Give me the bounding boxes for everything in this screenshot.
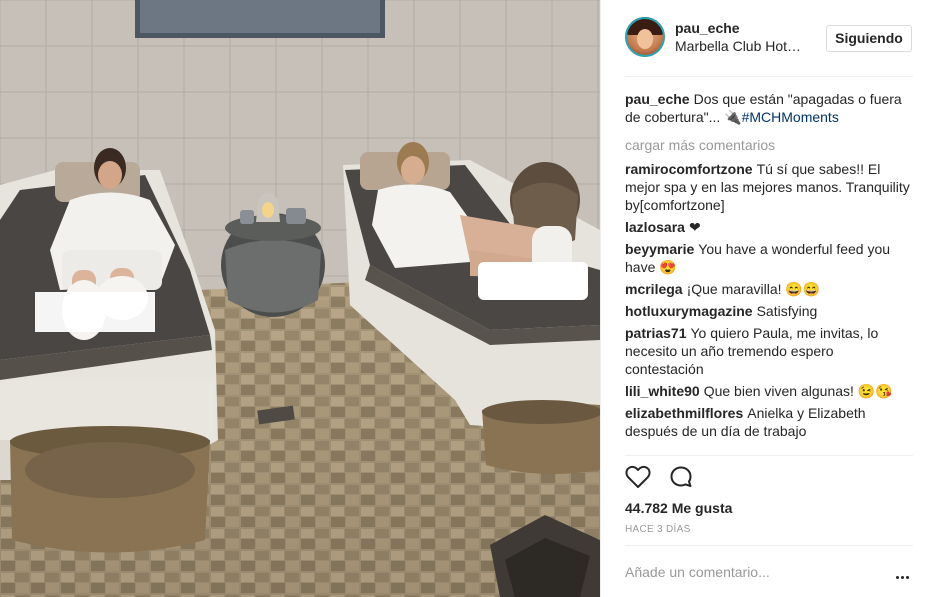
comment-text: ¡Que maravilla! 😄😄 <box>686 281 821 297</box>
caption-hashtag[interactable]: #MCHMoments <box>742 109 839 125</box>
list-item: ramirocomfortzone Tú sí que sabes!! El me… <box>625 160 915 214</box>
avatar[interactable] <box>625 17 665 57</box>
header-divider <box>625 76 913 77</box>
comment-username[interactable]: patrias71 <box>625 325 686 341</box>
ellipsis-icon[interactable] <box>895 566 913 579</box>
list-item: mcrilega ¡Que maravilla! 😄😄 <box>625 280 915 298</box>
comment-username[interactable]: ramirocomfortzone <box>625 161 753 177</box>
following-button[interactable]: Siguiendo <box>826 25 912 52</box>
comments-list: pau_eche Dos que están "apagadas o fuera … <box>625 90 915 460</box>
comment-text: ❤ <box>688 219 701 235</box>
comment-username[interactable]: lili_white90 <box>625 383 700 399</box>
caption: pau_eche Dos que están "apagadas o fuera … <box>625 90 915 126</box>
likes-count[interactable]: 44.782 Me gusta <box>625 500 732 516</box>
comment-username[interactable]: beyymarie <box>625 241 694 257</box>
list-item: beyymarie You have a wonderful feed you h… <box>625 240 915 276</box>
load-more-comments-link[interactable]: cargar más comentarios <box>625 136 915 154</box>
heart-outline-icon[interactable] <box>625 465 651 494</box>
comment-username[interactable]: elizabethmilflores <box>625 405 743 421</box>
avatar-story-ring <box>625 17 665 57</box>
spa-photo-illustration <box>0 0 600 597</box>
add-comment-input[interactable] <box>625 562 875 582</box>
speech-bubble-icon[interactable] <box>669 465 693 494</box>
comment-text: Que bien viven algunas! 😉😘 <box>703 383 893 399</box>
comment-username[interactable]: hotluxurymagazine <box>625 303 753 319</box>
comment-username[interactable]: lazlosara <box>625 219 685 235</box>
footer-divider <box>625 545 913 546</box>
caption-username[interactable]: pau_eche <box>625 91 690 107</box>
comment-text: Satisfying <box>756 303 818 319</box>
header-location[interactable]: Marbella Club Hot… <box>675 38 801 54</box>
post-sidebar: pau_eche Marbella Club Hot… Siguiendo pa… <box>600 0 934 597</box>
comments-fade <box>625 446 915 460</box>
list-item: patrias71 Yo quiero Paula, me invitas, lo… <box>625 324 915 378</box>
list-item: hotluxurymagazine Satisfying <box>625 302 915 320</box>
header-username[interactable]: pau_eche <box>675 20 740 36</box>
post-header: pau_eche Marbella Club Hot… Siguiendo <box>601 0 934 77</box>
comments-divider <box>625 455 913 456</box>
post-timestamp[interactable]: HACE 3 DÍAS <box>625 524 691 535</box>
comment-username[interactable]: mcrilega <box>625 281 683 297</box>
post-photo[interactable] <box>0 0 600 597</box>
list-item: lazlosara ❤ <box>625 218 915 236</box>
action-bar <box>625 465 707 491</box>
list-item: elizabethmilflores Anielka y Elizabeth de… <box>625 404 915 440</box>
list-item: lili_white90 Que bien viven algunas! 😉😘 <box>625 382 915 400</box>
